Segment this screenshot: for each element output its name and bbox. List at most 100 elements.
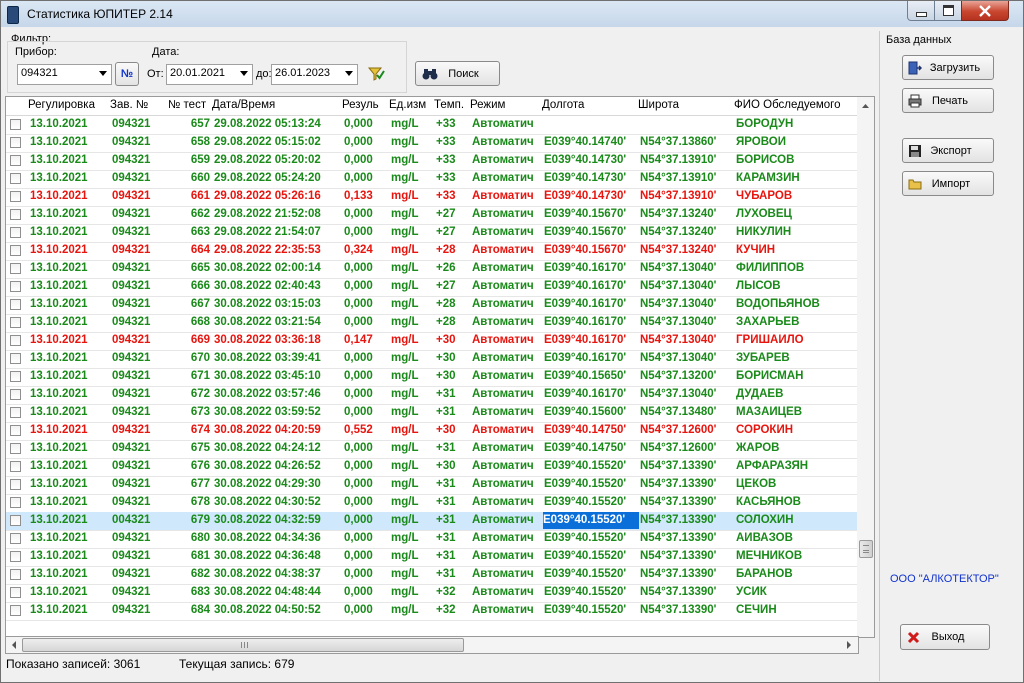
table-row[interactable]: 13.10.2021 094321 659 29.08.2022 05:20:02 0,… bbox=[6, 152, 862, 171]
cell-col-result: 0,000 bbox=[344, 514, 373, 526]
row-checkbox[interactable] bbox=[10, 245, 21, 256]
row-checkbox[interactable] bbox=[10, 515, 21, 526]
horizontal-scroll-thumb[interactable] bbox=[22, 638, 464, 652]
apply-filter-button[interactable] bbox=[367, 65, 385, 83]
table-row[interactable]: 13.10.2021 094321 676 30.08.2022 04:26:52 0,… bbox=[6, 458, 862, 477]
row-checkbox[interactable] bbox=[10, 425, 21, 436]
header-col-mode[interactable]: Режим bbox=[470, 99, 542, 111]
cell-col-temp: +31 bbox=[436, 388, 456, 400]
database-label: База данных bbox=[886, 34, 952, 46]
row-checkbox[interactable] bbox=[10, 389, 21, 400]
table-row[interactable]: 13.10.2021 094321 675 30.08.2022 04:24:12 0,… bbox=[6, 440, 862, 459]
table-row[interactable]: 13.10.2021 094321 660 29.08.2022 05:24:20 0,… bbox=[6, 170, 862, 189]
table-row[interactable]: 13.10.2021 094321 677 30.08.2022 04:29:30 0,… bbox=[6, 476, 862, 495]
row-checkbox[interactable] bbox=[10, 587, 21, 598]
table-row[interactable]: 13.10.2021 094321 683 30.08.2022 04:48:44 0,… bbox=[6, 584, 862, 603]
table-row[interactable]: 13.10.2021 094321 670 30.08.2022 03:39:41 0,… bbox=[6, 350, 862, 369]
print-button[interactable]: Печать bbox=[902, 88, 994, 113]
row-checkbox[interactable] bbox=[10, 119, 21, 130]
row-checkbox[interactable] bbox=[10, 353, 21, 364]
header-col-latitude[interactable]: Широта bbox=[638, 99, 732, 111]
records-count: Показано записей: 3061 bbox=[6, 657, 141, 671]
table-row[interactable]: 13.10.2021 094321 673 30.08.2022 03:59:52 0,… bbox=[6, 404, 862, 423]
cell-col-unit: mg/L bbox=[391, 370, 419, 382]
table-row[interactable]: 13.10.2021 094321 667 30.08.2022 03:15:03 0,… bbox=[6, 296, 862, 315]
table-row[interactable]: 13.10.2021 094321 662 29.08.2022 21:52:08 0,… bbox=[6, 206, 862, 225]
exit-button[interactable]: Выход bbox=[900, 624, 990, 650]
header-col-test-no[interactable]: № тест bbox=[168, 99, 210, 111]
header-col-subject-name[interactable]: ФИО Обследуемого bbox=[734, 99, 860, 111]
database-panel: База данных Загрузить Печать Экспорт Имп… bbox=[879, 31, 1024, 681]
row-checkbox[interactable] bbox=[10, 263, 21, 274]
cell-col-unit: mg/L bbox=[391, 136, 419, 148]
row-checkbox[interactable] bbox=[10, 317, 21, 328]
cell-col-subject-name: ЗАХАРЬЕВ bbox=[736, 316, 800, 328]
cell-col-unit: mg/L bbox=[391, 208, 419, 220]
export-button[interactable]: Экспорт bbox=[902, 138, 994, 163]
header-col-datetime[interactable]: Дата/Время bbox=[212, 99, 338, 111]
number-button[interactable]: № bbox=[115, 62, 139, 86]
vertical-scrollbar[interactable] bbox=[857, 96, 875, 638]
row-checkbox[interactable] bbox=[10, 137, 21, 148]
table-row[interactable]: 13.10.2021 094321 663 29.08.2022 21:54:07 0,… bbox=[6, 224, 862, 243]
table-row[interactable]: 13.10.2021 004321 679 30.08.2022 04:32:59 0,… bbox=[6, 512, 862, 531]
row-checkbox[interactable] bbox=[10, 299, 21, 310]
table-row[interactable]: 13.10.2021 094321 665 30.08.2022 02:00:14 0,… bbox=[6, 260, 862, 279]
row-checkbox[interactable] bbox=[10, 281, 21, 292]
table-row[interactable]: 13.10.2021 094321 684 30.08.2022 04:50:52 0,… bbox=[6, 602, 862, 621]
table-row[interactable]: 13.10.2021 094321 661 29.08.2022 05:26:16 0,… bbox=[6, 188, 862, 207]
date-from-picker[interactable]: 20.01.2021 bbox=[166, 64, 253, 85]
load-button[interactable]: Загрузить bbox=[902, 55, 994, 80]
row-checkbox[interactable] bbox=[10, 371, 21, 382]
import-button[interactable]: Импорт bbox=[902, 171, 994, 196]
search-button[interactable]: Поиск bbox=[415, 61, 500, 86]
row-checkbox[interactable] bbox=[10, 461, 21, 472]
row-checkbox[interactable] bbox=[10, 479, 21, 490]
row-checkbox[interactable] bbox=[10, 569, 21, 580]
table-row[interactable]: 13.10.2021 094321 669 30.08.2022 03:36:18 0,… bbox=[6, 332, 862, 351]
row-checkbox[interactable] bbox=[10, 497, 21, 508]
table-row[interactable]: 13.10.2021 094321 668 30.08.2022 03:21:54 0,… bbox=[6, 314, 862, 333]
row-checkbox[interactable] bbox=[10, 155, 21, 166]
row-checkbox[interactable] bbox=[10, 443, 21, 454]
cell-col-datetime: 29.08.2022 05:20:02 bbox=[214, 154, 321, 166]
vertical-scroll-thumb[interactable] bbox=[859, 540, 873, 558]
table-row[interactable]: 13.10.2021 094321 674 30.08.2022 04:20:59 0,… bbox=[6, 422, 862, 441]
row-checkbox[interactable] bbox=[10, 191, 21, 202]
row-checkbox[interactable] bbox=[10, 209, 21, 220]
header-col-longitude[interactable]: Долгота bbox=[542, 99, 638, 111]
table-row[interactable]: 13.10.2021 094321 682 30.08.2022 04:38:37 0,… bbox=[6, 566, 862, 585]
row-checkbox[interactable] bbox=[10, 551, 21, 562]
table-row[interactable]: 13.10.2021 094321 678 30.08.2022 04:30:52 0,… bbox=[6, 494, 862, 513]
table-row[interactable]: 13.10.2021 094321 664 29.08.2022 22:35:53 0,… bbox=[6, 242, 862, 261]
cell-col-latitude: N54°37.13910' bbox=[640, 190, 717, 202]
row-checkbox[interactable] bbox=[10, 533, 21, 544]
minimize-button[interactable] bbox=[907, 1, 935, 21]
header-col-adjustment[interactable]: Регулировка bbox=[28, 99, 106, 111]
row-checkbox[interactable] bbox=[10, 335, 21, 346]
header-col-serial[interactable]: Зав. № bbox=[110, 99, 166, 111]
maximize-button[interactable] bbox=[934, 1, 962, 21]
table-row[interactable]: 13.10.2021 094321 681 30.08.2022 04:36:48 0,… bbox=[6, 548, 862, 567]
row-checkbox[interactable] bbox=[10, 173, 21, 184]
row-checkbox[interactable] bbox=[10, 605, 21, 616]
header-col-unit[interactable]: Ед.изм bbox=[389, 99, 431, 111]
table-row[interactable]: 13.10.2021 094321 657 29.08.2022 05:13:24 0,… bbox=[6, 116, 862, 135]
table-row[interactable]: 13.10.2021 094321 658 29.08.2022 05:15:02 0,… bbox=[6, 134, 862, 153]
cell-col-result: 0,000 bbox=[344, 172, 373, 184]
table-row[interactable]: 13.10.2021 094321 672 30.08.2022 03:57:46 0,… bbox=[6, 386, 862, 405]
table-row[interactable]: 13.10.2021 094321 680 30.08.2022 04:34:36 0,… bbox=[6, 530, 862, 549]
cell-col-result: 0,000 bbox=[344, 496, 373, 508]
minimize-icon bbox=[915, 11, 927, 17]
table-row[interactable]: 13.10.2021 094321 671 30.08.2022 03:45:10 0,… bbox=[6, 368, 862, 387]
table-row[interactable]: 13.10.2021 094321 666 30.08.2022 02:40:43 0,… bbox=[6, 278, 862, 297]
row-checkbox[interactable] bbox=[10, 407, 21, 418]
device-select[interactable]: 094321 bbox=[17, 64, 112, 85]
cell-col-latitude: N54°37.13480' bbox=[640, 406, 717, 418]
header-col-result[interactable]: Резуль bbox=[342, 99, 386, 111]
row-checkbox[interactable] bbox=[10, 227, 21, 238]
date-to-picker[interactable]: 26.01.2023 bbox=[271, 64, 358, 85]
header-col-temp[interactable]: Темп. bbox=[434, 99, 468, 111]
close-button[interactable] bbox=[961, 1, 1009, 21]
horizontal-scrollbar[interactable] bbox=[5, 636, 859, 654]
